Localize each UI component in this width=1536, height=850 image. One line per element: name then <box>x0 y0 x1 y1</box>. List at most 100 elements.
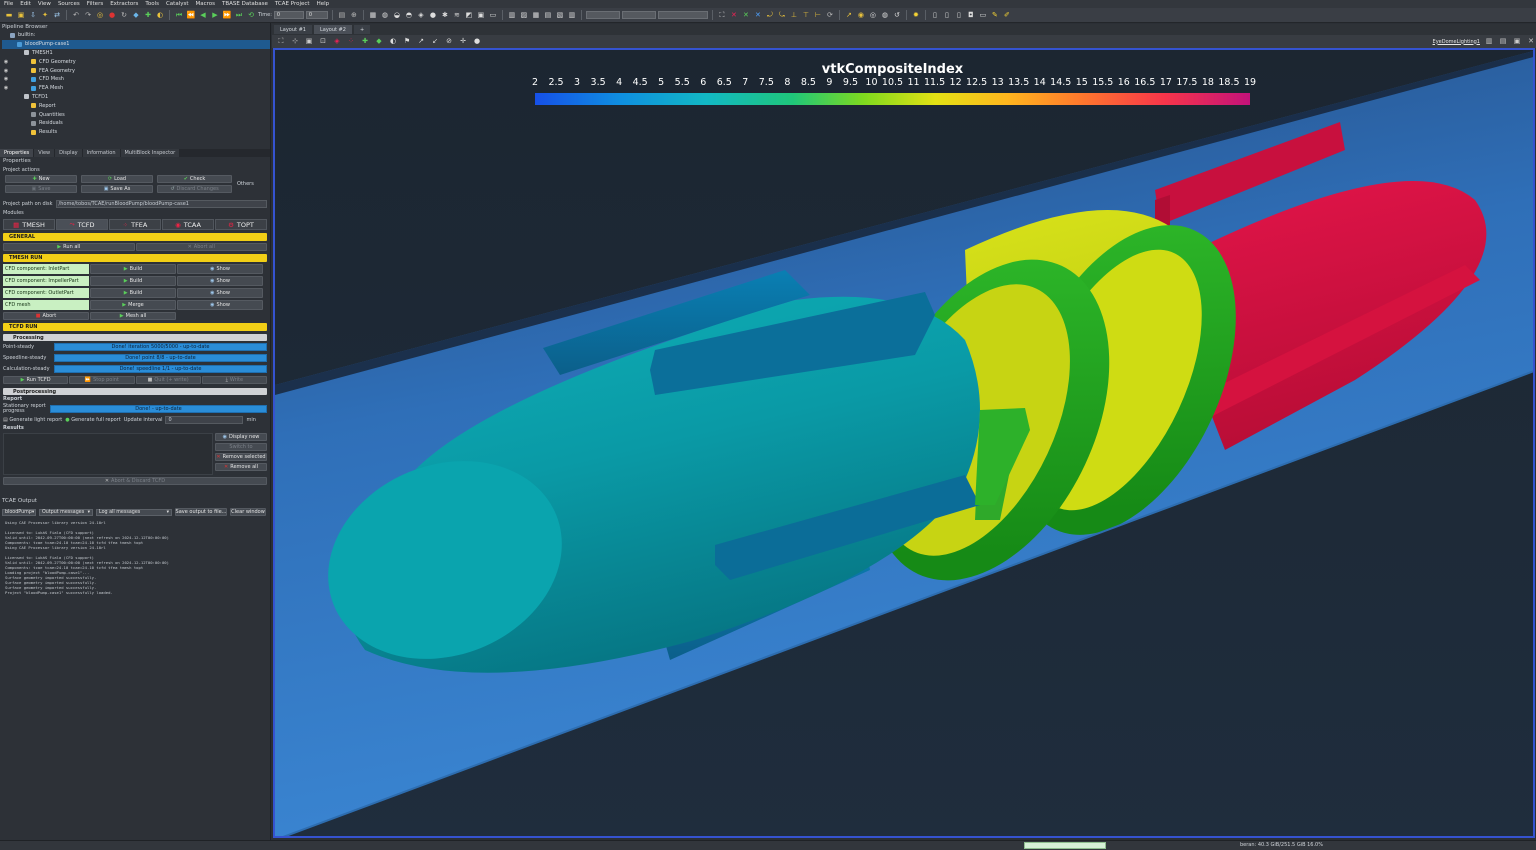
pick-icon[interactable]: ⊢ <box>813 10 823 20</box>
color-icon[interactable]: ✚ <box>143 10 153 20</box>
mesh-build-button[interactable]: ▶ Merge <box>90 300 176 310</box>
clip-icon[interactable]: ◒ <box>392 10 402 20</box>
mesh-all-button[interactable]: ▶ Mesh all <box>90 312 176 320</box>
split-vertical-icon[interactable]: ▤ <box>1498 37 1508 47</box>
menu-item[interactable]: Tools <box>145 1 159 7</box>
menu-item[interactable]: Filters <box>87 1 104 7</box>
tab-layout-1[interactable]: Layout #1 <box>274 25 312 34</box>
split-icon[interactable]: ▥ <box>567 10 577 20</box>
tree-item[interactable]: TMESH1 <box>2 49 270 58</box>
select-icon[interactable]: ◈ <box>332 37 342 47</box>
print-icon[interactable]: ▯ <box>942 10 952 20</box>
menu-item[interactable]: Help <box>317 1 330 7</box>
save-as-button[interactable]: ▣ Save As <box>81 185 153 193</box>
abort-button[interactable]: ■ Abort <box>3 312 89 320</box>
contour-icon[interactable]: ◍ <box>380 10 390 20</box>
loop-icon[interactable]: ⟲ <box>246 10 256 20</box>
results-list[interactable] <box>3 433 213 475</box>
maximize-icon[interactable]: ▣ <box>1512 37 1522 47</box>
tree-item[interactable]: Results <box>2 128 270 137</box>
rotate-icon[interactable]: ↻ <box>119 10 129 20</box>
tcfd-run-section[interactable]: TCFD RUN <box>3 323 267 331</box>
table-icon[interactable]: ▦ <box>531 10 541 20</box>
axes-icon[interactable]: ⊹ <box>290 37 300 47</box>
tree-item[interactable]: ◉ CFD Geometry <box>2 57 270 66</box>
menu-item[interactable]: TCAE Project <box>275 1 310 7</box>
grow-icon[interactable]: ↗ <box>416 37 426 47</box>
stop-icon[interactable]: ● <box>107 10 117 20</box>
clear-window-button[interactable]: Clear window <box>230 508 266 516</box>
redo-icon[interactable]: ↷ <box>83 10 93 20</box>
representation-select[interactable] <box>585 11 620 19</box>
glyph-icon[interactable]: ✱ <box>440 10 450 20</box>
orientation-icon[interactable]: ⊥ <box>789 10 799 20</box>
extract-icon[interactable]: ● <box>428 10 438 20</box>
next-frame-icon[interactable]: ⏩ <box>222 10 232 20</box>
tab-multiblock-inspector[interactable]: MultiBlock Inspector <box>120 149 180 157</box>
wand-icon[interactable]: ✦ <box>40 10 50 20</box>
display-new-button[interactable]: ◉ Display new <box>215 433 267 441</box>
close-view-icon[interactable]: ✕ <box>1526 37 1536 47</box>
output-source-select[interactable]: bloodPump ▾ <box>2 508 36 516</box>
tree-item[interactable]: Quantities <box>2 110 270 119</box>
connect-icon[interactable]: ⇄ <box>52 10 62 20</box>
new-button[interactable]: ✚ New <box>5 175 77 183</box>
time-input[interactable]: 0 <box>273 11 304 19</box>
threshold-icon[interactable]: ◈ <box>416 10 426 20</box>
select-cells-icon[interactable]: ◎ <box>868 10 878 20</box>
tmesh-run-section[interactable]: TMESH RUN <box>3 254 267 262</box>
hover-icon[interactable]: ◐ <box>388 37 398 47</box>
tab-tcfd[interactable]: ⤳ TCFD <box>56 219 108 230</box>
log-level-select[interactable]: Log all messages ▾ <box>96 508 172 516</box>
mesh-show-button[interactable]: ◉ Show <box>177 288 263 298</box>
tree-item[interactable]: Report <box>2 101 270 110</box>
tree-item[interactable]: ◉ CFD Mesh <box>2 75 270 84</box>
eye-icon[interactable]: ◉ <box>2 85 10 91</box>
select-block-icon[interactable]: ◍ <box>880 10 890 20</box>
tab-tfea[interactable]: ⁘ TFEA <box>109 219 161 230</box>
tab-topt[interactable]: ⚙ TOPT <box>215 219 267 230</box>
axis-z-icon[interactable]: ✕ <box>753 10 763 20</box>
timestep-input[interactable]: 0 <box>305 11 328 19</box>
mesh-show-button[interactable]: ◉ Show <box>177 276 263 286</box>
camera-icon[interactable]: ▤ <box>337 10 347 20</box>
mesh-build-button[interactable]: ▶ Build <box>90 288 176 298</box>
reset-view-icon[interactable]: ⛶ <box>717 10 727 20</box>
tree-item[interactable]: Residuals <box>2 119 270 128</box>
menu-item[interactable]: File <box>4 1 13 7</box>
split-horizontal-icon[interactable]: ▥ <box>1484 37 1494 47</box>
comment-icon[interactable]: ▭ <box>488 10 498 20</box>
run-tcfd-button[interactable]: ▶ Run TCFD <box>3 376 69 384</box>
mesh-show-button[interactable]: ◉ Show <box>177 264 263 274</box>
write-button[interactable]: ⤓ Write <box>201 376 267 384</box>
menu-item[interactable]: Catalyst <box>166 1 189 7</box>
switch-to-button[interactable]: Switch to <box>215 443 267 451</box>
select-points-icon[interactable]: ◉ <box>856 10 866 20</box>
select-points-icon[interactable]: ⁘ <box>346 37 356 47</box>
screenshot-icon[interactable]: ▯ <box>954 10 964 20</box>
abort-all-button[interactable]: ✕ Abort all <box>135 243 267 251</box>
output-messages-select[interactable]: Output messages ▾ <box>39 508 93 516</box>
clear-selection-icon[interactable]: ↺ <box>892 10 902 20</box>
edit-icon[interactable]: ✎ <box>990 10 1000 20</box>
generate-light-report-button[interactable]: ▤ Generate light report <box>3 417 62 423</box>
quit-write-button[interactable]: ■ Quit (+ write) <box>135 376 201 384</box>
project-path-field[interactable]: /home/tobos/TCAE/runBloodPump/bloodPump-… <box>55 200 267 208</box>
output-log[interactable]: Using CAE Processor library version 24.1… <box>2 520 268 595</box>
rotate-90-icon[interactable]: ⤾ <box>765 10 775 20</box>
eye-icon[interactable]: ◉ <box>2 68 10 74</box>
trace-icon[interactable]: ▭ <box>978 10 988 20</box>
last-frame-icon[interactable]: ⏭ <box>234 10 244 20</box>
tab-information[interactable]: Information <box>82 149 120 157</box>
coloring-select[interactable] <box>621 11 656 19</box>
run-all-button[interactable]: ▶ Run all <box>3 243 135 251</box>
save-output-button[interactable]: Save output to file... <box>175 508 227 516</box>
spreadsheet-icon[interactable]: ▤ <box>543 10 553 20</box>
probe-icon[interactable]: ⚑ <box>402 37 412 47</box>
tree-item[interactable]: TCFD1 <box>2 93 270 102</box>
check-button[interactable]: ✔ Check <box>157 175 232 183</box>
tree-item[interactable]: bloodPump-case1 <box>2 39 270 49</box>
refresh-icon[interactable]: ⟳ <box>825 10 835 20</box>
palette-icon[interactable]: ◐ <box>155 10 165 20</box>
ruler-icon[interactable]: ↗ <box>844 10 854 20</box>
